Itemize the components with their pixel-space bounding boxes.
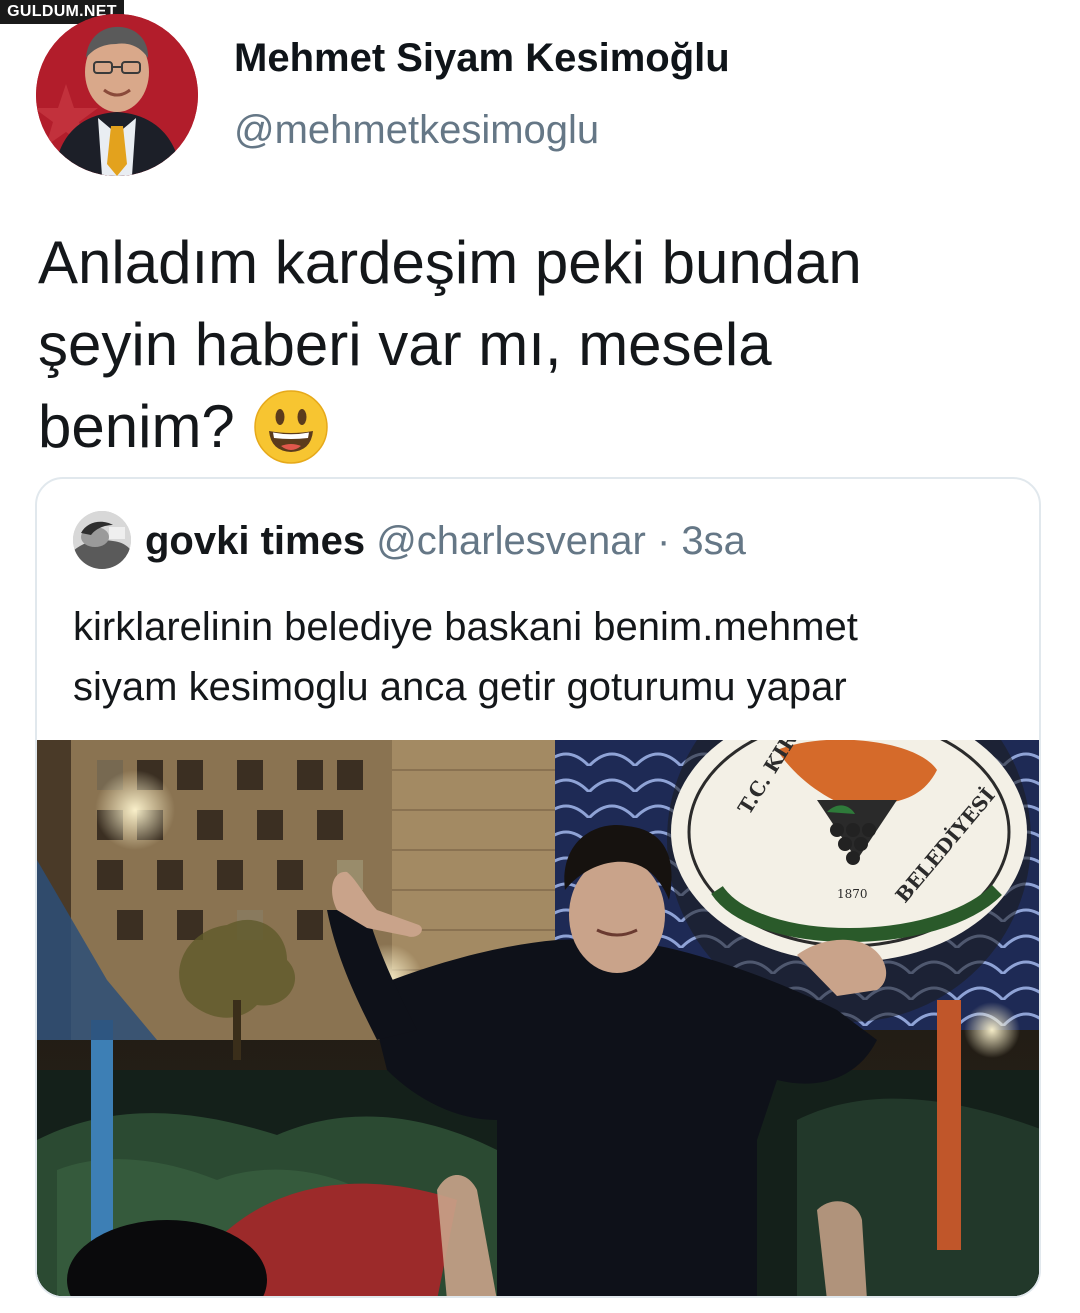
tweet-text-line: Anladım kardeşim peki bundan — [38, 229, 862, 296]
tweet-text-line-last: benim? — [38, 386, 1038, 486]
quoted-text-line: kirklarelinin belediye baskani benim.meh… — [73, 605, 858, 649]
quoted-avatar-image — [73, 511, 131, 569]
tweet-screenshot: GULDUM.NET Mehmet Siyam Kesimoğlu @mehme… — [0, 0, 1080, 1313]
seal-year-text: 1870 — [837, 887, 868, 901]
quoted-author-name[interactable]: govki times — [145, 519, 365, 563]
quoted-tweet-photo[interactable]: T.C. KIRKLARELİ BELEDİYESİ 1870 — [37, 641, 1039, 1296]
quoted-text-line: siyam kesimoglu anca getir goturumu yapa… — [73, 665, 847, 709]
tweet-text: Anladım kardeşim peki bundan şeyin haber… — [38, 222, 1038, 486]
quoted-author-avatar[interactable] — [73, 511, 131, 569]
quoted-tweet-card[interactable]: govki times @charlesvenar · 3sa kirklare… — [35, 477, 1041, 1298]
quoted-author-handle[interactable]: @charlesvenar — [376, 519, 646, 563]
quoted-tweet-text: kirklarelinin belediye baskani benim.meh… — [73, 597, 1013, 717]
night-photo-image: T.C. KIRKLARELİ BELEDİYESİ 1870 — [37, 641, 1039, 1296]
quoted-tweet-header: govki times @charlesvenar · 3sa — [145, 517, 746, 565]
author-name[interactable]: Mehmet Siyam Kesimoğlu — [234, 36, 730, 81]
author-handle[interactable]: @mehmetkesimoglu — [234, 108, 599, 153]
tweet-text-line: benim? — [38, 393, 235, 460]
author-avatar[interactable] — [36, 14, 198, 176]
tweet-text-line: şeyin haberi var mı, mesela — [38, 311, 772, 378]
quoted-tweet-time[interactable]: 3sa — [681, 519, 746, 563]
grinning-face-emoji-icon — [253, 389, 329, 486]
header-separator: · — [656, 519, 671, 563]
author-portrait-image — [36, 14, 198, 176]
